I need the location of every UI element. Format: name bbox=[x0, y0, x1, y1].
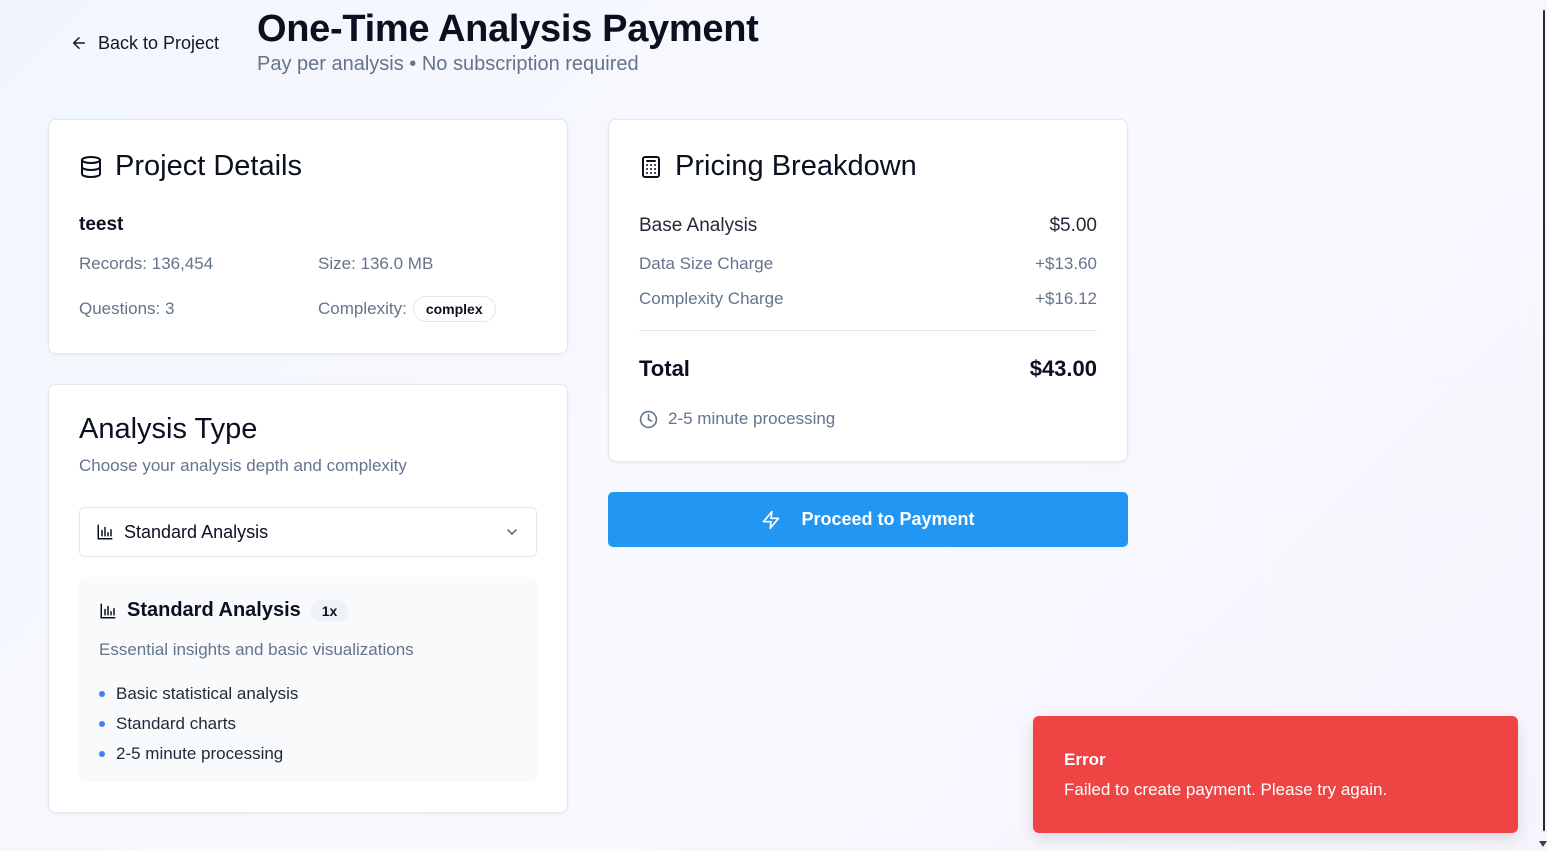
page-subtitle: Pay per analysis • No subscription requi… bbox=[257, 53, 639, 75]
project-details-card: Project Details teest Records: 136,454 S… bbox=[48, 119, 568, 354]
scrollbar-thumb[interactable] bbox=[1543, 10, 1545, 831]
records-stat: Records: 136,454 bbox=[79, 254, 214, 273]
toast-message: Failed to create payment. Please try aga… bbox=[1064, 780, 1388, 799]
chevron-down-icon bbox=[507, 529, 517, 535]
analysis-select-value: Standard Analysis bbox=[124, 521, 269, 542]
price-label: Data Size Charge bbox=[639, 254, 774, 273]
price-value: $5.00 bbox=[1049, 215, 1097, 236]
proceed-to-payment-button[interactable]: Proceed to Payment bbox=[608, 492, 1128, 547]
arrow-left-icon bbox=[73, 37, 85, 49]
project-details-title: Project Details bbox=[115, 150, 302, 182]
total-value: $43.00 bbox=[1029, 356, 1097, 381]
scroll-down-arrow-icon[interactable] bbox=[1539, 841, 1547, 847]
price-value: +$16.12 bbox=[1035, 289, 1097, 308]
scrollbar[interactable] bbox=[1539, 0, 1547, 851]
total-label: Total bbox=[639, 356, 690, 381]
analysis-type-description: Choose your analysis depth and complexit… bbox=[79, 456, 407, 475]
complexity-badge: complex bbox=[412, 296, 496, 322]
complexity-label: Complexity: bbox=[318, 299, 407, 318]
price-row-base: Base Analysis $5.00 bbox=[639, 215, 1097, 237]
pricing-breakdown-card: Pricing Breakdown Base Analysis $5.00 Da… bbox=[608, 119, 1128, 462]
bar-chart-icon bbox=[97, 524, 113, 540]
price-row-complexity: Complexity Charge +$16.12 bbox=[639, 289, 1097, 309]
analysis-info-header: Standard Analysis 1x bbox=[99, 599, 349, 622]
feature-text: 2-5 minute processing bbox=[116, 744, 284, 763]
list-item: Basic statistical analysis bbox=[99, 679, 298, 709]
toast-title: Error bbox=[1064, 750, 1106, 769]
feature-list: Basic statistical analysis Standard char… bbox=[99, 679, 298, 769]
price-label: Base Analysis bbox=[639, 215, 758, 236]
price-row-data-size: Data Size Charge +$13.60 bbox=[639, 254, 1097, 274]
bullet-dot bbox=[99, 751, 105, 757]
total-row: Total $43.00 bbox=[639, 356, 1097, 382]
pricing-heading: Pricing Breakdown bbox=[639, 150, 917, 183]
complexity-stat: Complexity: complex bbox=[318, 296, 496, 322]
list-item: 2-5 minute processing bbox=[99, 739, 298, 769]
project-details-heading: Project Details bbox=[79, 150, 302, 183]
page-title: One-Time Analysis Payment bbox=[257, 8, 759, 50]
project-name: teest bbox=[79, 214, 124, 235]
price-value: +$13.60 bbox=[1035, 254, 1097, 273]
list-item: Standard charts bbox=[99, 709, 298, 739]
calculator-icon bbox=[642, 155, 660, 178]
page-header: Back to Project One-Time Analysis Paymen… bbox=[0, 0, 1547, 100]
bullet-dot bbox=[99, 721, 105, 727]
price-label: Complexity Charge bbox=[639, 289, 784, 308]
feature-text: Standard charts bbox=[116, 714, 237, 733]
processing-text: 2-5 minute processing bbox=[668, 409, 836, 428]
database-icon bbox=[81, 155, 101, 178]
analysis-type-select[interactable]: Standard Analysis bbox=[79, 507, 537, 557]
analysis-type-title: Analysis Type bbox=[79, 413, 258, 445]
clock-icon bbox=[639, 410, 658, 428]
processing-time: 2-5 minute processing bbox=[639, 409, 835, 429]
size-stat: Size: 136.0 MB bbox=[318, 254, 434, 273]
error-toast[interactable]: Error Failed to create payment. Please t… bbox=[1033, 716, 1518, 833]
payment-button-label: Proceed to Payment bbox=[801, 509, 975, 529]
bullet-dot bbox=[99, 691, 105, 697]
bar-chart-icon bbox=[100, 603, 116, 618]
multiplier-badge: 1x bbox=[310, 599, 349, 622]
feature-text: Basic statistical analysis bbox=[116, 684, 299, 703]
analysis-type-card: Analysis Type Choose your analysis depth… bbox=[48, 384, 568, 813]
analysis-info-name: Standard Analysis bbox=[127, 599, 301, 621]
questions-stat: Questions: 3 bbox=[79, 299, 175, 318]
analysis-info-panel: Standard Analysis 1x Essential insights … bbox=[79, 577, 537, 782]
back-label: Back to Project bbox=[98, 32, 220, 53]
pricing-title: Pricing Breakdown bbox=[675, 150, 917, 182]
analysis-info-description: Essential insights and basic visualizati… bbox=[99, 640, 414, 659]
back-to-project-button[interactable]: Back to Project bbox=[62, 27, 227, 59]
zap-icon bbox=[763, 510, 780, 529]
pricing-divider bbox=[639, 330, 1097, 331]
